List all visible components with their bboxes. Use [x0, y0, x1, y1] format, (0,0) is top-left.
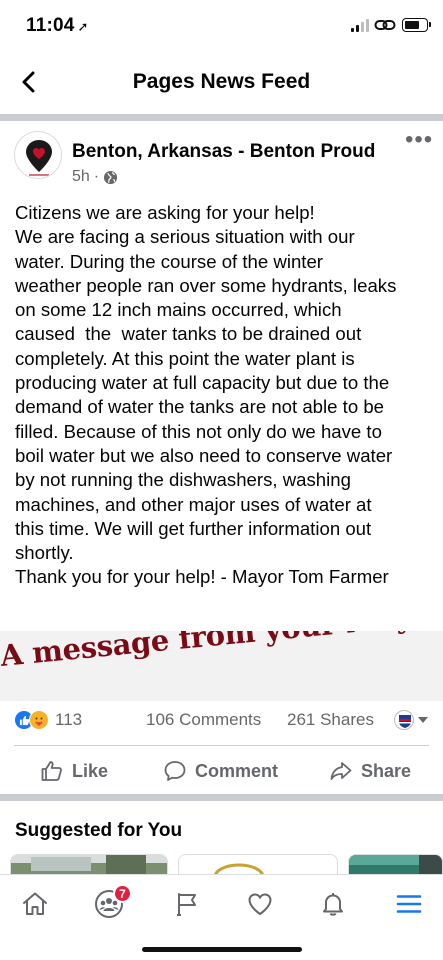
- post-text-line: demand of water the tanks are not able t…: [15, 396, 385, 418]
- share-arrow-icon: [330, 762, 352, 780]
- post-text-line: water. During the course of the winter: [15, 250, 323, 272]
- post-text-line: Citizens we are asking for your help!: [15, 202, 315, 223]
- reaction-count: 113: [55, 710, 83, 729]
- post-text-line: weather people ran over some hydrants, l…: [15, 274, 397, 296]
- post-text-line: machines, and other major uses of water …: [15, 493, 372, 515]
- post-text-line: producing water at full capacity but due…: [15, 372, 390, 394]
- suggested-title: Suggested for You: [15, 820, 183, 841]
- post-text-line: this time. We will get further informati…: [15, 517, 372, 539]
- post-text-line: shortly.: [15, 542, 74, 564]
- page-header: Pages News Feed: [0, 52, 443, 114]
- cellular-signal-icon: [351, 19, 371, 32]
- nav-menu[interactable]: [392, 887, 426, 921]
- post-text-line: on some 12 inch mains occurred, which: [15, 299, 342, 321]
- post-body-text: Citizens we are asking for your help! We …: [15, 201, 435, 590]
- nav-notifications[interactable]: [316, 887, 350, 921]
- post-time[interactable]: 5h: [72, 168, 90, 186]
- notifications-bell-icon: [323, 893, 343, 916]
- comment-bubble-icon: [164, 761, 186, 781]
- post-text-line: filled. Because of this not only do we h…: [15, 420, 382, 442]
- location-icon: ➚: [77, 19, 89, 34]
- home-icon: [23, 892, 47, 915]
- comment-button[interactable]: Comment: [163, 754, 278, 788]
- actions-divider: [14, 745, 429, 746]
- page-avatar[interactable]: [14, 131, 62, 179]
- share-label: Share: [361, 760, 412, 781]
- nav-pages[interactable]: [170, 887, 204, 921]
- status-bar: 11:04 ➚: [0, 0, 443, 52]
- benton-logo-icon: [26, 140, 52, 176]
- battery-icon: [402, 18, 431, 32]
- like-button[interactable]: Like: [40, 754, 108, 788]
- banner-text: A message from your Mayor...: [0, 631, 443, 673]
- comment-label: Comment: [195, 760, 279, 781]
- post-text-line: caused the water tanks to be drained out: [15, 323, 362, 345]
- chevron-down-icon[interactable]: [418, 717, 428, 723]
- menu-icon: [396, 895, 422, 913]
- battery-level: [405, 21, 420, 29]
- share-button[interactable]: Share: [329, 754, 411, 788]
- post-text-line: We are facing a serious situation with o…: [15, 226, 355, 248]
- nav-home[interactable]: [18, 887, 52, 921]
- nav-dating[interactable]: [243, 887, 277, 921]
- nav-groups[interactable]: 7: [92, 884, 132, 921]
- section-divider: [0, 114, 443, 121]
- share-as-avatar[interactable]: [394, 710, 414, 730]
- meta-separator: ·: [93, 168, 100, 185]
- like-label: Like: [72, 760, 109, 781]
- status-time: 11:04 ➚: [26, 15, 89, 36]
- flag-emblem-icon: [399, 715, 411, 728]
- reactions-summary[interactable]: 113: [14, 708, 82, 732]
- globe-icon: [104, 170, 118, 184]
- post-text-line: by not running the dishwashers, washing: [15, 469, 351, 491]
- shares-count[interactable]: 261 Shares: [287, 710, 374, 730]
- thumbs-up-icon: [41, 761, 62, 781]
- groups-notification-badge: 7: [113, 884, 132, 903]
- page-name[interactable]: Benton, Arkansas - Benton Proud: [72, 141, 375, 163]
- comments-count[interactable]: 106 Comments: [146, 710, 261, 730]
- home-indicator[interactable]: [142, 947, 302, 952]
- dating-heart-icon: [248, 893, 272, 916]
- post-meta: 5h ·: [72, 168, 118, 186]
- more-options-button[interactable]: •••: [405, 128, 439, 157]
- post-image-banner[interactable]: A message from your Mayor...: [0, 631, 443, 701]
- post-text-line: completely. At this point the water plan…: [15, 347, 355, 369]
- pages-flag-icon: [177, 893, 196, 916]
- post-text-line: boil water but we also need to conserve …: [15, 444, 393, 466]
- care-reaction-icon: [29, 710, 49, 730]
- section-divider: [0, 794, 443, 801]
- post-text-line: Thank you for your help! - Mayor Tom Far…: [15, 566, 389, 588]
- page-title: Pages News Feed: [132, 70, 311, 93]
- personal-hotspot-icon: [374, 20, 396, 30]
